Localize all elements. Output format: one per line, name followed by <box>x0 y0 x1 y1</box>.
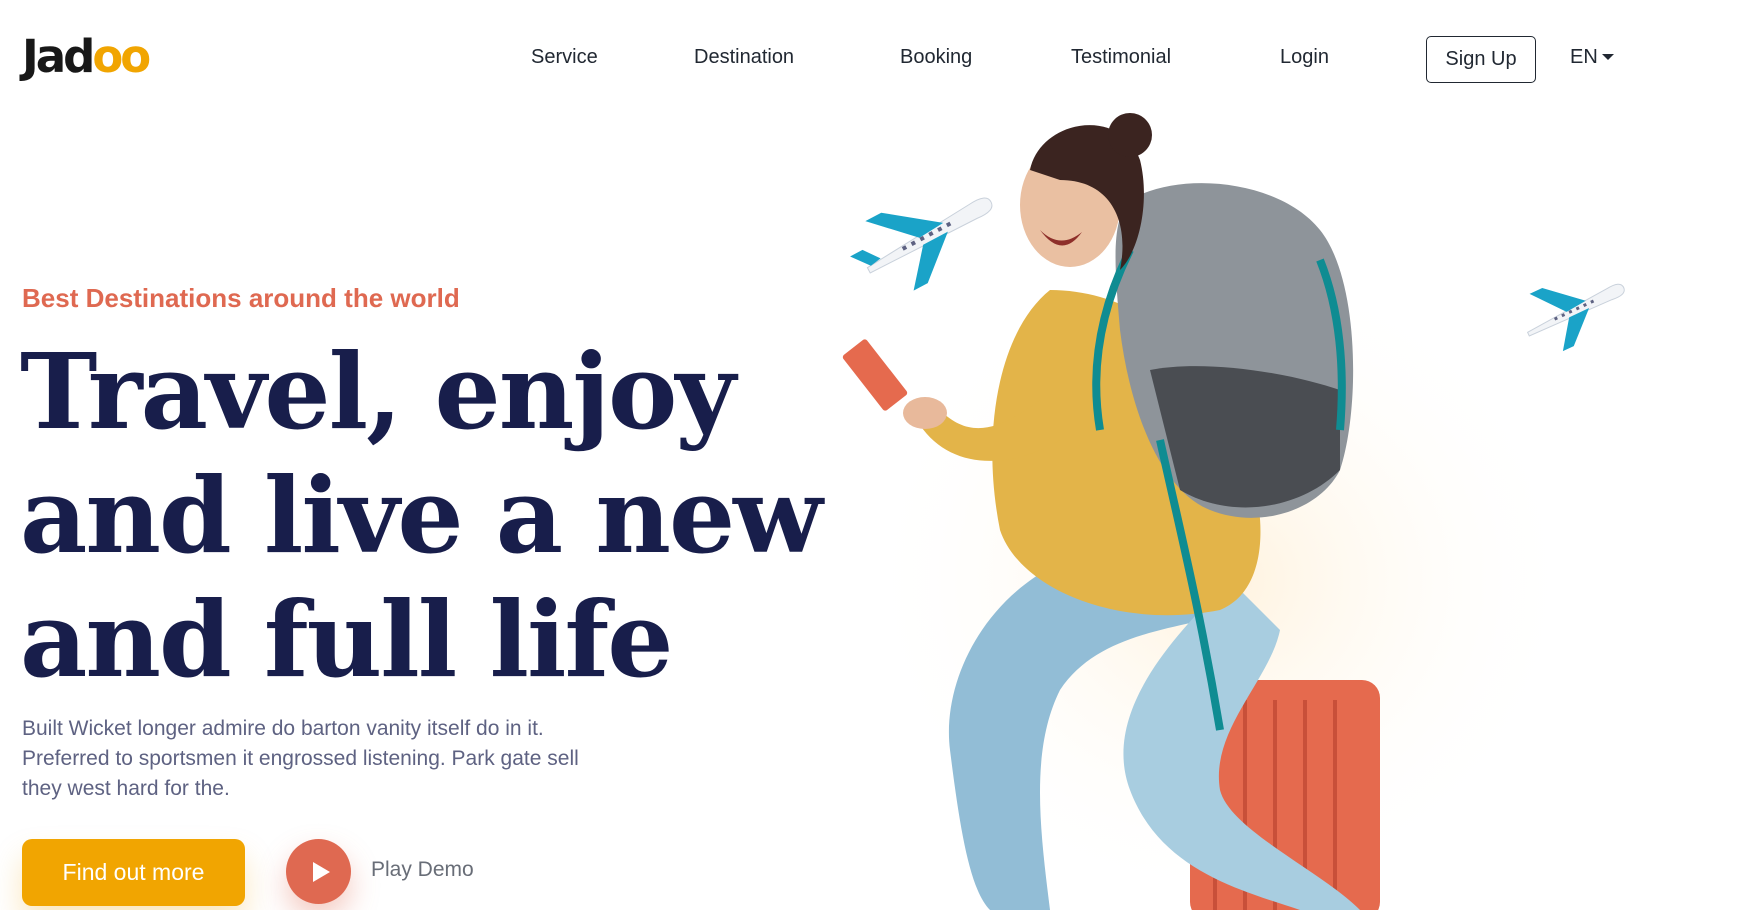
headline-line-3: and full life <box>20 578 673 701</box>
nav-link-destination[interactable]: Destination <box>694 46 794 69</box>
nav-link-service[interactable]: Service <box>531 46 598 69</box>
nav-link-login[interactable]: Login <box>1280 46 1329 69</box>
caret-down-icon <box>1601 53 1614 60</box>
play-demo-label[interactable]: Play Demo <box>371 858 474 882</box>
headline-word-enjoy: enjoy <box>434 330 736 453</box>
hero-headline: Travel, enjoy and live a new and full li… <box>20 330 823 702</box>
headline-line-2: and live a new <box>20 454 823 577</box>
language-selector[interactable]: EN <box>1570 46 1614 69</box>
traveler-illustration <box>842 113 1625 910</box>
hero-eyebrow: Best Destinations around the world <box>22 283 460 313</box>
find-out-more-button[interactable]: Find out more <box>22 839 245 906</box>
nav-link-testimonial[interactable]: Testimonial <box>1071 46 1171 69</box>
airplane-icon-right <box>1526 283 1625 352</box>
hero-description: Built Wicket longer admire do barton van… <box>22 717 579 800</box>
signup-button[interactable]: Sign Up <box>1426 36 1536 83</box>
headline-word-travel: Travel, <box>20 330 402 453</box>
nav-link-booking[interactable]: Booking <box>900 46 972 69</box>
play-demo-button[interactable] <box>286 839 351 904</box>
airplane-icon <box>850 197 993 291</box>
play-icon <box>312 861 330 882</box>
language-label: EN <box>1570 46 1598 68</box>
